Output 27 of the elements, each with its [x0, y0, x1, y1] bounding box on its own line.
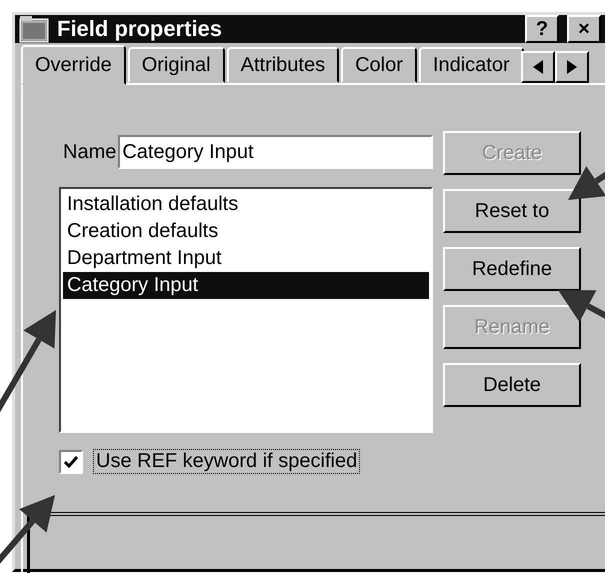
window-icon [19, 15, 49, 43]
list-item[interactable]: Department Input [63, 245, 429, 272]
scroll-left-button[interactable] [521, 51, 555, 83]
checkbox[interactable] [59, 450, 83, 474]
tab[interactable]: Indicator [418, 47, 524, 83]
check-icon [64, 456, 78, 468]
arrow [568, 166, 605, 200]
action-button[interactable]: Delete [443, 363, 581, 407]
list-item[interactable]: Category Input [63, 272, 429, 299]
tab[interactable]: Original [128, 47, 225, 83]
left-triangle-icon [533, 60, 543, 74]
tab[interactable]: Attributes [226, 47, 340, 83]
help-button[interactable]: ? [525, 15, 559, 43]
list-item[interactable]: Creation defaults [63, 218, 429, 245]
list-item[interactable]: Installation defaults [63, 191, 429, 218]
action-button[interactable]: Redefine [443, 247, 581, 291]
name-field[interactable]: Category Input [118, 135, 433, 169]
arrow [558, 290, 605, 322]
close-button[interactable]: × [567, 15, 601, 43]
tab[interactable]: Override [21, 45, 126, 85]
right-triangle-icon [567, 60, 577, 74]
tab[interactable]: Color [341, 47, 417, 83]
name-label: Name [63, 140, 116, 164]
action-button[interactable]: Reset to [443, 189, 581, 233]
scroll-right-button[interactable] [555, 51, 589, 83]
window-title: Field properties [57, 16, 224, 42]
checkbox-label[interactable]: Use REF keyword if specified [93, 449, 360, 474]
